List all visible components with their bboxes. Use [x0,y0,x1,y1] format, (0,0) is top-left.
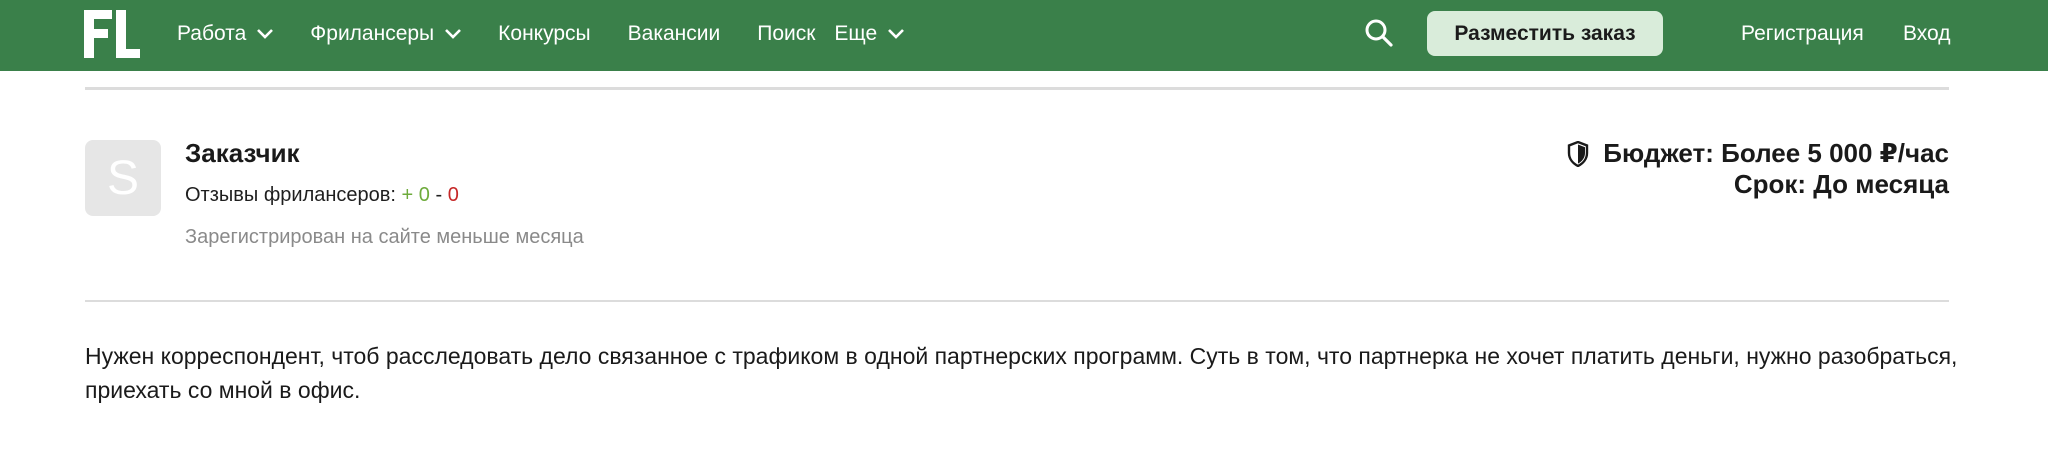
nav-item-search[interactable]: Поиск [757,22,815,46]
budget-value: Бюджет: Более 5 000 ₽/час [1603,138,1949,168]
reviews-negative[interactable]: 0 [448,184,459,206]
client-reviews: Отзывы фрилансеров: + 0 - 0 [185,184,459,207]
nav-item-vacancies-label: Вакансии [627,21,721,45]
nav-item-work-label: Работа [177,21,247,45]
nav-item-freelancers[interactable]: Фрилансеры [310,22,462,46]
top-divider [85,87,1949,90]
project-description: Нужен корреспондент, чтоб расследовать д… [85,343,1958,403]
client-name[interactable]: Заказчик [185,138,300,169]
nav-item-work[interactable]: Работа [177,22,274,46]
nav-item-more[interactable]: Еще [834,22,905,46]
chevron-down-icon [445,28,462,39]
deadline-value: Срок: До месяца [1733,169,1949,199]
project-terms: Бюджет: Более 5 000 ₽/час Срок: До месяц… [1567,138,1949,200]
fl-logo[interactable]: FL [82,8,142,60]
avatar[interactable]: S [85,140,161,216]
budget-row: Бюджет: Более 5 000 ₽/час [1567,138,1949,169]
nav-item-search-label: Поиск [757,21,816,45]
reviews-separator: - [435,184,443,206]
main-nav: Работа Фрилансеры Конкурсы Вакансии Поис… [177,0,905,67]
login-link[interactable]: Вход [1903,0,1951,67]
reviews-label: Отзывы фрилансеров: [185,184,396,206]
content-divider [85,300,1949,302]
registration-status: Зарегистрирован на сайте меньше месяца [185,226,584,248]
nav-item-contests[interactable]: Конкурсы [498,22,590,46]
post-order-button[interactable]: Разместить заказ [1427,11,1663,56]
nav-item-vacancies[interactable]: Вакансии [628,22,721,46]
nav-item-more-label: Еще [834,21,878,45]
chevron-down-icon [888,28,905,39]
search-icon[interactable] [1364,18,1394,48]
nav-item-contests-label: Конкурсы [498,21,591,45]
top-navigation-bar: FL Работа Фрилансеры Конкурсы Вакансии П… [0,0,2048,71]
shield-icon [1568,140,1589,167]
reviews-positive[interactable]: + 0 [402,184,430,206]
chevron-down-icon [257,28,274,39]
register-link[interactable]: Регистрация [1741,0,1864,67]
nav-item-freelancers-label: Фрилансеры [310,21,435,45]
